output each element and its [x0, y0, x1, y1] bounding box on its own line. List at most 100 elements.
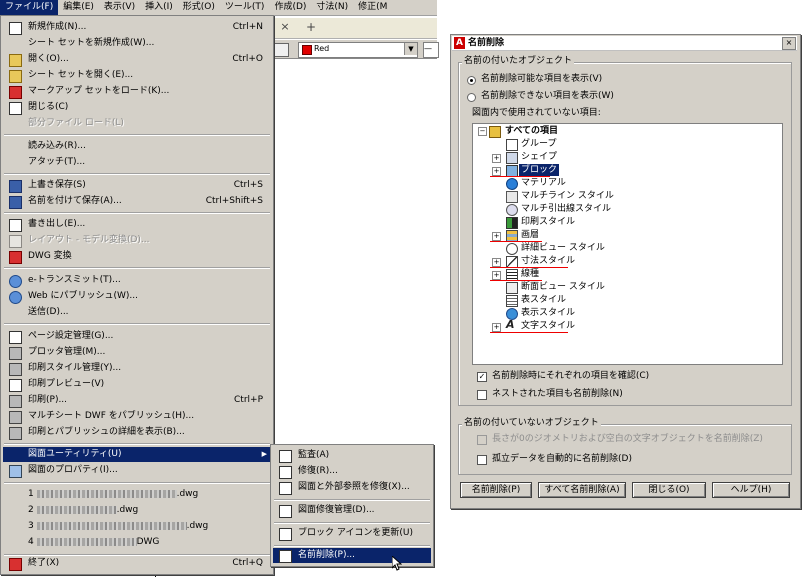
menu-item-exit[interactable]: 終了(X) Ctrl+Q [3, 556, 271, 571]
purge-zero-length-label: 長さが0のジオメトリおよび空白の文字オブジェクトを名前削除(Z) [492, 434, 763, 444]
linetype-dropdown[interactable]: — [423, 42, 439, 58]
auto-purge-orphan-checkbox[interactable] [477, 455, 487, 465]
page-setup-icon [9, 331, 22, 344]
purge-item-tree[interactable] [472, 123, 783, 365]
submenu-item-audit[interactable]: 監査(A) [273, 448, 431, 463]
color-dropdown-value: Red [314, 44, 330, 53]
menu-item-publish-web[interactable]: Web にパブリッシュ(W)... [3, 289, 271, 304]
tree-node-all-items[interactable]: すべての項目 [505, 125, 558, 137]
menu-item-recent-4[interactable]: 4 DWG [3, 535, 271, 550]
menu-item-export[interactable]: 書き出し(E)... [3, 217, 271, 232]
unnamed-objects-group-label: 名前の付いていないオブジェクト [462, 418, 601, 429]
expand-icon[interactable]: + [492, 154, 501, 163]
menu-item-print[interactable]: 印刷(P)... Ctrl+P [3, 393, 271, 408]
menu-item-plot-details[interactable]: 印刷とパブリッシュの詳細を表示(B)... [3, 425, 271, 440]
publish-dwf-icon [9, 411, 22, 424]
tree-node-plot-style[interactable]: 印刷スタイル [521, 216, 575, 228]
menu-item-page-setup[interactable]: ページ設定管理(G)... [3, 329, 271, 344]
close-icon[interactable]: × [782, 37, 796, 50]
radio-show-purgeable[interactable] [467, 76, 476, 85]
audit-icon [279, 450, 292, 463]
menu-item-close[interactable]: 閉じる(C) [3, 100, 271, 115]
new-tab-icon[interactable]: + [303, 20, 319, 34]
tree-node-block[interactable]: ブロック [519, 164, 560, 176]
collapse-icon[interactable]: − [478, 127, 487, 136]
chevron-down-icon[interactable]: ▼ [404, 43, 417, 55]
menu-item-plot-style-manager[interactable]: 印刷スタイル管理(Y)... [3, 361, 271, 376]
menu-item-save[interactable]: 上書き保存(S) Ctrl+S [3, 178, 271, 193]
radio-show-nonpurgeable[interactable] [467, 93, 476, 102]
detail-view-style-icon [506, 243, 518, 255]
tree-node-dimension-style[interactable]: 寸法スタイル [521, 255, 575, 267]
expand-icon[interactable]: + [492, 271, 501, 280]
submenu-item-recover[interactable]: 修復(R)... [273, 464, 431, 479]
menu-item-plotter-manager[interactable]: プロッタ管理(M)... [3, 345, 271, 360]
menu-item-recent-2[interactable]: 2 .dwg [3, 503, 271, 518]
menu-item-recent-1[interactable]: 1 .dwg [3, 487, 271, 502]
section-view-style-icon [506, 282, 518, 294]
menu-dimension[interactable]: 寸法(N) [311, 0, 353, 15]
print-icon [9, 395, 22, 408]
purge-button[interactable]: 名前削除(P) [460, 482, 532, 498]
submenu-item-drawing-recovery[interactable]: 図面修復管理(D)... [273, 503, 431, 518]
menu-separator [4, 134, 270, 136]
menu-item-drawing-properties[interactable]: 図面のプロパティ(I)... [3, 463, 271, 478]
tree-node-shape[interactable]: シェイプ [521, 151, 557, 163]
tab-close-icon[interactable]: × [278, 20, 292, 34]
confirm-each-item-checkbox[interactable]: ✓ [477, 372, 487, 382]
close-button[interactable]: 閉じる(O) [632, 482, 706, 498]
tree-caption: 図面内で使用されていない項目: [472, 108, 601, 118]
multileader-style-icon [506, 204, 518, 216]
menu-item-import[interactable]: 読み込み(R)... [3, 139, 271, 154]
menu-item-publish-dwf[interactable]: マルチシート DWF をパブリッシュ(H)... [3, 409, 271, 424]
tree-node-text-style[interactable]: 文字スタイル [521, 320, 575, 332]
menu-item-send[interactable]: 送信(D)... [3, 305, 271, 320]
tree-node-section-view-style[interactable]: 断面ビュー スタイル [521, 281, 605, 293]
menu-view[interactable]: 表示(V) [99, 0, 140, 15]
menu-item-new-sheet-set[interactable]: シート セットを新規作成(W)... [3, 36, 271, 51]
menu-item-dwg-convert[interactable]: DWG 変換 [3, 249, 271, 264]
save-as-icon [9, 196, 22, 209]
submenu-item-update-block-icons[interactable]: ブロック アイコンを更新(U) [273, 526, 431, 541]
tree-node-table-style[interactable]: 表スタイル [521, 294, 566, 306]
expand-icon[interactable]: + [492, 258, 501, 267]
close-document-icon [9, 102, 22, 115]
menu-item-save-as[interactable]: 名前を付けて保存(A)... Ctrl+Shift+S [3, 194, 271, 209]
tree-node-material[interactable]: マテリアル [521, 177, 566, 189]
menu-modify[interactable]: 修正(M [353, 0, 392, 15]
tree-node-detail-view-style[interactable]: 詳細ビュー スタイル [521, 242, 605, 254]
tree-node-layer[interactable]: 画層 [521, 229, 539, 241]
unnamed-objects-group [458, 424, 792, 475]
expand-icon[interactable]: + [492, 167, 501, 176]
menu-item-attach[interactable]: アタッチ(T)... [3, 155, 271, 170]
menu-item-open[interactable]: 開く(O)... Ctrl+O [3, 52, 271, 67]
tree-node-visual-style[interactable]: 表示スタイル [521, 307, 575, 319]
tree-node-group[interactable]: グループ [521, 138, 556, 150]
tree-node-multileader-style[interactable]: マルチ引出線スタイル [521, 203, 611, 215]
purge-all-button[interactable]: すべて名前削除(A) [538, 482, 626, 498]
submenu-item-purge[interactable]: 名前削除(P)... [273, 548, 431, 563]
menu-draw[interactable]: 作成(D) [269, 0, 311, 15]
menu-item-etransmit[interactable]: e-トランスミット(T)... [3, 273, 271, 288]
highlight-underline [490, 332, 568, 333]
expand-icon[interactable]: + [492, 232, 501, 241]
tree-node-multiline-style[interactable]: マルチライン スタイル [521, 190, 614, 202]
match-properties-icon[interactable] [274, 43, 289, 57]
menu-item-recent-3[interactable]: 3 .dwg [3, 519, 271, 534]
menu-item-new[interactable]: 新規作成(N)... Ctrl+N [3, 20, 271, 35]
menu-format[interactable]: 形式(O) [178, 0, 220, 15]
menu-tools[interactable]: ツール(T) [220, 0, 270, 15]
menu-file[interactable]: ファイル(F) [0, 0, 59, 15]
menu-separator [4, 173, 270, 175]
menu-edit[interactable]: 編集(E) [58, 0, 99, 15]
menu-item-print-preview[interactable]: 印刷プレビュー(V) [3, 377, 271, 392]
help-button[interactable]: ヘルプ(H) [712, 482, 790, 498]
tree-node-linetype[interactable]: 線種 [521, 268, 539, 280]
menu-insert[interactable]: 挿入(I) [140, 0, 178, 15]
purge-nested-checkbox[interactable] [477, 390, 487, 400]
menu-item-drawing-utilities[interactable]: 図面ユーティリティ(U) ▶ [3, 447, 271, 462]
menu-item-load-markup[interactable]: マークアップ セットをロード(K)... [3, 84, 271, 99]
submenu-item-recover-xref[interactable]: 図面と外部参照を修復(X)... [273, 480, 431, 495]
expand-icon[interactable]: + [492, 323, 501, 332]
menu-item-open-sheet-set[interactable]: シート セットを開く(E)... [3, 68, 271, 83]
